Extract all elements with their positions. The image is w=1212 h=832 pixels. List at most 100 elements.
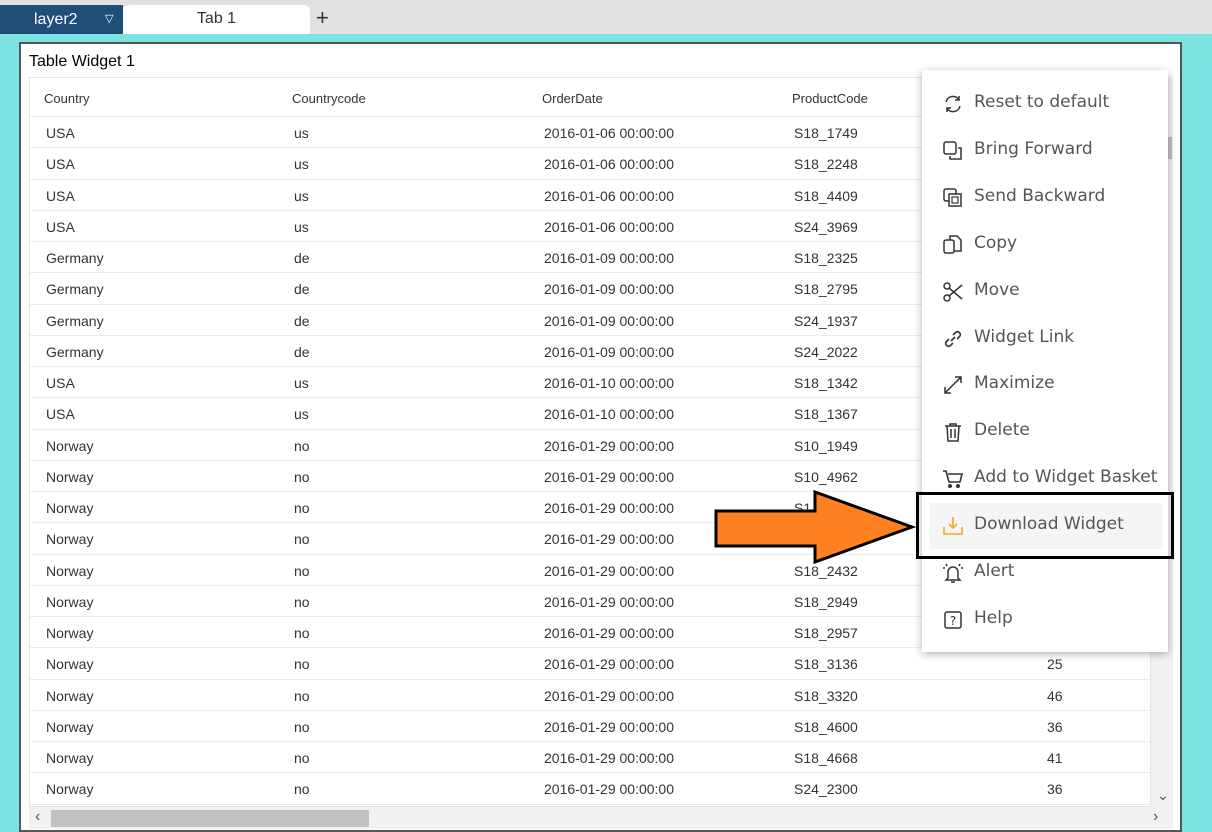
table-cell: 2016-01-29 00:00:00: [544, 500, 674, 516]
table-cell: no: [294, 750, 310, 766]
menu-item-copy[interactable]: Copy: [930, 222, 1163, 268]
table-cell: 2016-01-29 00:00:00: [544, 781, 674, 798]
table-cell: USA: [46, 406, 75, 423]
column-header[interactable]: ProductCode: [792, 91, 868, 106]
scroll-right-icon[interactable]: ›: [1153, 808, 1158, 826]
horizontal-scroll-thumb[interactable]: [51, 810, 369, 827]
table-cell: 2016-01-29 00:00:00: [544, 562, 674, 579]
table-row[interactable]: Norway no 2016-01-29 00:00:00 S18_3136 25: [30, 648, 1150, 680]
add-tab-button[interactable]: +: [316, 5, 329, 31]
table-row[interactable]: Norway no 2016-01-29 00:00:00 S18_4600 36: [30, 711, 1150, 743]
table-cell: S18_4668: [794, 750, 858, 766]
table-cell: Germany: [46, 250, 104, 266]
trash-icon: [945, 423, 961, 443]
table-cell: S18_2957: [794, 625, 858, 641]
table-cell: no: [294, 687, 310, 704]
table-cell: 2016-01-29 00:00:00: [544, 437, 674, 454]
table-cell: 2016-01-09 00:00:00: [544, 250, 674, 266]
menu-item-widget-link[interactable]: Widget Link: [930, 316, 1163, 362]
menu-item-bring-forward[interactable]: Bring Forward: [930, 128, 1163, 174]
menu-item-help[interactable]: ? Help: [930, 597, 1163, 643]
menu-item-move[interactable]: Move: [930, 269, 1163, 315]
table-cell: Norway: [46, 718, 94, 735]
table-cell: 2016-01-29 00:00:00: [544, 593, 674, 610]
table-cell: no: [294, 500, 310, 516]
table-cell: 2016-01-09 00:00:00: [544, 312, 674, 329]
table-cell: no: [294, 562, 310, 579]
menu-item-label: Widget Link: [974, 326, 1075, 347]
link-icon: [944, 330, 962, 347]
menu-item-label: Delete: [974, 420, 1030, 441]
menu-item-maximize[interactable]: Maximize: [930, 362, 1163, 408]
scroll-down-icon[interactable]: ⌄: [1157, 787, 1169, 804]
table-cell: Norway: [46, 656, 94, 673]
table-cell: de: [294, 281, 310, 298]
table-cell: de: [294, 250, 310, 266]
column-header[interactable]: OrderDate: [542, 91, 603, 106]
table-row[interactable]: Norway no 2016-01-29 00:00:00 S24_2300 36: [30, 773, 1150, 805]
table-cell: S18_2248: [794, 156, 858, 173]
menu-item-label: Help: [974, 607, 1013, 628]
table-row[interactable]: Norway no 2016-01-29 00:00:00 S18_4668 41: [30, 742, 1150, 774]
table-cell: S18_2949: [794, 593, 858, 610]
table-cell: USA: [46, 156, 75, 173]
table-cell: S18_1367: [794, 406, 858, 423]
menu-item-label: Reset to default: [974, 92, 1110, 112]
table-cell: de: [294, 343, 310, 360]
table-cell: us: [294, 406, 309, 423]
table-cell: S18_1749: [794, 125, 858, 141]
horizontal-scrollbar[interactable]: ‹ ›: [29, 807, 1173, 829]
table-cell: 2016-01-29 00:00:00: [544, 718, 674, 735]
table-cell: USA: [46, 125, 75, 141]
layer-selector[interactable]: layer2 ▽: [0, 5, 123, 34]
table-cell: S18_4600: [794, 718, 858, 735]
table-cell: no: [294, 468, 310, 485]
tab-1[interactable]: Tab 1: [123, 5, 310, 34]
table-cell: us: [294, 156, 309, 173]
menu-item-reset-to-default[interactable]: Reset to default: [930, 81, 1163, 127]
table-cell: Norway: [46, 687, 94, 704]
table-cell: Norway: [46, 531, 94, 548]
table-cell: 2016-01-29 00:00:00: [544, 531, 674, 548]
table-cell: no: [294, 593, 310, 610]
table-cell: 2016-01-29 00:00:00: [544, 687, 674, 704]
table-cell: Norway: [46, 593, 94, 610]
table-cell: us: [294, 218, 309, 235]
table-cell: Norway: [46, 781, 94, 798]
dropdown-triangle-icon[interactable]: ▽: [105, 5, 113, 34]
vertical-scroll-thumb[interactable]: [1168, 137, 1172, 159]
table-cell: Norway: [46, 750, 94, 766]
table-cell: us: [294, 375, 309, 391]
highlight-box: [916, 492, 1174, 559]
table-cell: 2016-01-06 00:00:00: [544, 218, 674, 235]
table-cell: 2016-01-29 00:00:00: [544, 468, 674, 485]
table-cell: 2016-01-09 00:00:00: [544, 281, 674, 298]
table-cell: no: [294, 718, 310, 735]
column-header[interactable]: Country: [44, 91, 90, 106]
table-cell: 2016-01-10 00:00:00: [544, 406, 674, 423]
scroll-left-icon[interactable]: ‹: [35, 808, 40, 826]
widget-title: Table Widget 1: [29, 53, 135, 70]
table-cell: Norway: [46, 562, 94, 579]
table-cell: us: [294, 125, 309, 141]
table-cell: Norway: [46, 437, 94, 454]
table-cell: S18_3320: [794, 687, 858, 704]
scissors-icon: [943, 281, 963, 302]
bell-icon: [943, 563, 963, 583]
table-cell: 2016-01-10 00:00:00: [544, 375, 674, 391]
menu-item-send-backward[interactable]: Send Backward: [930, 175, 1163, 221]
table-cell: 25: [1047, 656, 1063, 673]
cart-icon: [943, 470, 964, 489]
table-cell: no: [294, 625, 310, 641]
maximize-icon: [944, 376, 962, 395]
table-cell: 2016-01-29 00:00:00: [544, 750, 674, 766]
menu-item-label: Copy: [974, 232, 1018, 253]
column-header[interactable]: Countrycode: [292, 91, 366, 106]
table-cell: USA: [46, 375, 75, 391]
table-cell: 2016-01-06 00:00:00: [544, 125, 674, 141]
send-backward-icon: [943, 188, 962, 207]
table-cell: Germany: [46, 343, 104, 360]
table-row[interactable]: Norway no 2016-01-29 00:00:00 S18_3320 46: [30, 680, 1150, 711]
menu-item-label: Bring Forward: [974, 138, 1093, 159]
menu-item-delete[interactable]: Delete: [930, 409, 1163, 455]
